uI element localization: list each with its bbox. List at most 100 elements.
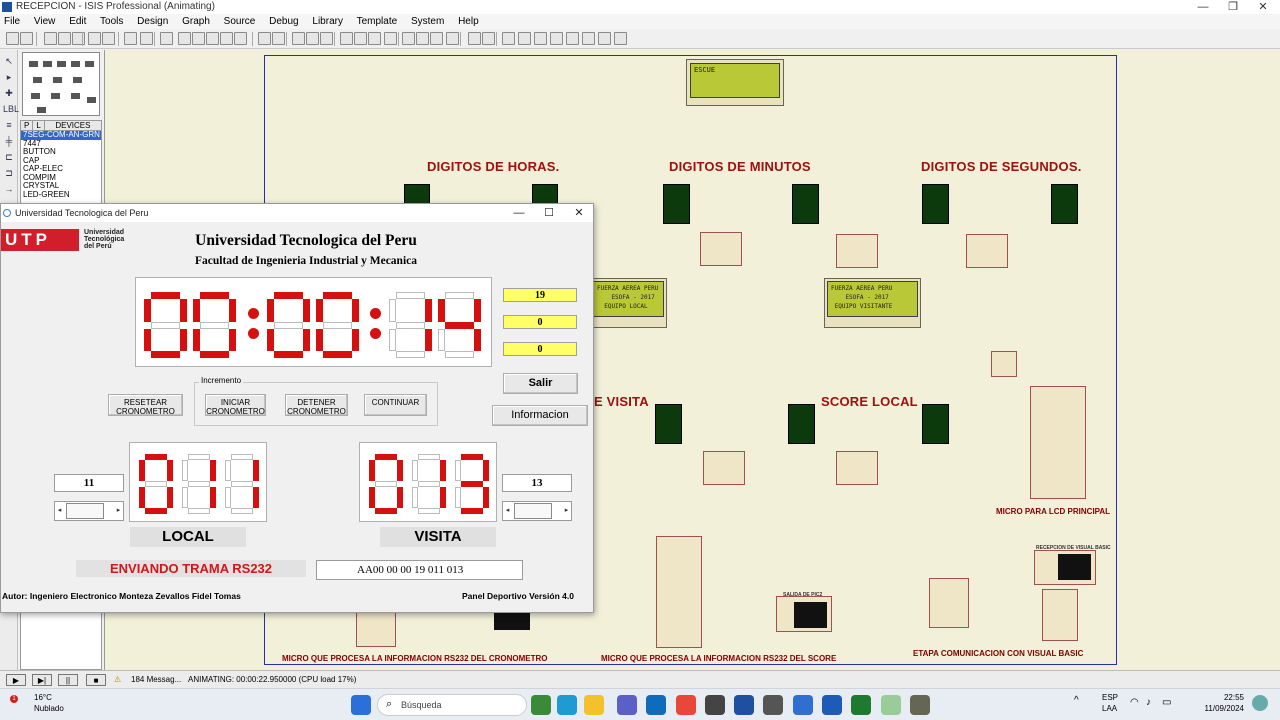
toolbar-button[interactable]	[178, 32, 191, 45]
windows-start-icon[interactable]	[351, 695, 371, 715]
menu-file[interactable]: File	[4, 16, 20, 27]
app-minimize-button[interactable]: —	[504, 204, 534, 222]
copilot-icon[interactable]	[1252, 695, 1268, 711]
scroll-left-icon[interactable]: ◂	[55, 502, 64, 520]
label-icon[interactable]: LBL	[3, 104, 19, 114]
scroll-right-icon[interactable]: ▸	[114, 502, 123, 520]
menu-design[interactable]: Design	[137, 16, 168, 27]
toolbar-button[interactable]	[430, 32, 443, 45]
toolbar-button[interactable]	[416, 32, 429, 45]
menu-edit[interactable]: Edit	[69, 16, 86, 27]
edge-icon[interactable]	[557, 695, 577, 715]
toolbar-button[interactable]	[482, 32, 495, 45]
weather-temp[interactable]: 16°C	[34, 693, 52, 702]
component-icon[interactable]: ▸	[3, 72, 15, 82]
step-button[interactable]: ▶|	[32, 674, 52, 686]
terminal-icon[interactable]: ⊐	[3, 168, 15, 178]
salir-button[interactable]: Salir	[503, 373, 578, 394]
weather-desc[interactable]: Nublado	[34, 704, 64, 713]
play-button[interactable]: ▶	[6, 674, 26, 686]
clock-date[interactable]: 11/09/2024	[1204, 704, 1244, 713]
wifi-icon[interactable]: ◠	[1130, 697, 1139, 708]
select-arrow-icon[interactable]: ↖	[3, 56, 15, 66]
toolbar-button[interactable]	[292, 32, 305, 45]
scroll-left-icon[interactable]: ◂	[503, 502, 512, 520]
toolbar-button[interactable]	[320, 32, 333, 45]
tab-devices[interactable]: DEVICES	[45, 121, 101, 130]
menu-template[interactable]: Template	[357, 16, 398, 27]
app-close-button[interactable]: ✕	[564, 204, 594, 222]
toolbar-button[interactable]	[234, 32, 247, 45]
iniciar-cronometro-button[interactable]: INICIAR CRONOMETRO	[205, 394, 266, 416]
tab-library[interactable]: L	[33, 121, 45, 130]
toolbar-button[interactable]	[598, 32, 611, 45]
toolbar-button[interactable]	[340, 32, 353, 45]
isis-maximize-button[interactable]: ❐	[1218, 0, 1248, 14]
keyboard-layout[interactable]: LAA	[1102, 704, 1117, 713]
toolbar-button[interactable]	[614, 32, 627, 45]
toolbar-button[interactable]	[192, 32, 205, 45]
app-icon[interactable]	[851, 695, 871, 715]
menu-graph[interactable]: Graph	[182, 16, 210, 27]
toolbar-button[interactable]	[272, 32, 285, 45]
visita-count-field[interactable]: 13	[502, 474, 572, 492]
toolbar-button[interactable]	[6, 32, 19, 45]
junction-icon[interactable]: ✚	[3, 88, 15, 98]
toolbar-button[interactable]	[550, 32, 563, 45]
toolbar-button[interactable]	[20, 32, 33, 45]
toolbar-button[interactable]	[518, 32, 531, 45]
battery-icon[interactable]: ▭	[1162, 697, 1171, 708]
tab-pick[interactable]: P	[21, 121, 34, 130]
menu-tools[interactable]: Tools	[100, 16, 123, 27]
toolbar-button[interactable]	[446, 32, 459, 45]
yellow-field-minutes[interactable]: 0	[503, 315, 577, 329]
proteus-ares-icon[interactable]	[705, 695, 725, 715]
informacion-button[interactable]: Informacion	[492, 405, 588, 426]
outlook-icon[interactable]	[646, 695, 666, 715]
local-scrollbar[interactable]: ◂ ▸	[54, 501, 124, 521]
pin-icon[interactable]: →	[3, 184, 15, 194]
teams-icon[interactable]	[617, 695, 637, 715]
isis-close-button[interactable]: ✕	[1248, 0, 1278, 14]
isis-taskbar-icon[interactable]	[734, 695, 754, 715]
device-item[interactable]: LED-GREEN	[21, 190, 101, 200]
toolbar-button[interactable]	[502, 32, 515, 45]
text-script-icon[interactable]: ≡	[3, 120, 15, 130]
trama-field[interactable]: AA00 00 00 19 011 013	[316, 560, 523, 580]
app-icon[interactable]	[881, 695, 901, 715]
speaker-icon[interactable]: ♪	[1146, 697, 1151, 708]
obs-icon[interactable]	[763, 695, 783, 715]
subcircuit-icon[interactable]: ⊏	[3, 152, 15, 162]
clock-time[interactable]: 22:55	[1204, 693, 1244, 702]
file-explorer-icon[interactable]	[584, 695, 604, 715]
toolbar-button[interactable]	[206, 32, 219, 45]
toolbar-button[interactable]	[468, 32, 481, 45]
menu-view[interactable]: View	[34, 16, 56, 27]
chevron-up-icon[interactable]: ^	[1074, 695, 1079, 706]
toolbar-button[interactable]	[582, 32, 595, 45]
scroll-right-icon[interactable]: ▸	[562, 502, 571, 520]
toolbar-button[interactable]	[140, 32, 153, 45]
toolbar-button[interactable]	[58, 32, 71, 45]
toolbar-button[interactable]	[44, 32, 57, 45]
yellow-field-seconds[interactable]: 19	[503, 288, 577, 302]
chrome-icon[interactable]	[676, 695, 696, 715]
toolbar-button[interactable]	[368, 32, 381, 45]
toolbar-button[interactable]	[534, 32, 547, 45]
pause-button[interactable]: ||	[58, 674, 78, 686]
toolbar-button[interactable]	[220, 32, 233, 45]
menu-system[interactable]: System	[411, 16, 444, 27]
toolbar-button[interactable]	[566, 32, 579, 45]
stop-button[interactable]: ■	[86, 674, 106, 686]
menu-debug[interactable]: Debug	[269, 16, 298, 27]
messages-count[interactable]: 184 Messag...	[131, 671, 181, 689]
toolbar-button[interactable]	[102, 32, 115, 45]
taskview-icon[interactable]	[531, 695, 551, 715]
toolbar-button[interactable]	[160, 32, 173, 45]
menu-library[interactable]: Library	[312, 16, 343, 27]
continuar-button[interactable]: CONTINUAR	[364, 394, 427, 416]
resetear-cronometro-button[interactable]: RESETEAR CRONOMETRO	[108, 394, 183, 416]
toolbar-button[interactable]	[124, 32, 137, 45]
local-count-field[interactable]: 11	[54, 474, 124, 492]
isis-minimize-button[interactable]: —	[1188, 0, 1218, 14]
